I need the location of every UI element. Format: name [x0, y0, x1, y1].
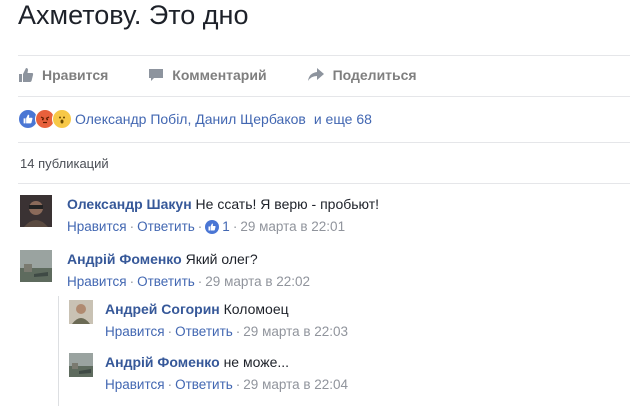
separator-dot: ·: [197, 274, 203, 289]
comment-timestamp[interactable]: 29 марта в 22:01: [240, 218, 345, 236]
comment-timestamp[interactable]: 29 марта в 22:04: [243, 376, 348, 394]
wow-icon: [52, 109, 72, 129]
comment-likes: 1: [222, 219, 230, 234]
like-icon: [205, 220, 220, 234]
divider: [18, 55, 630, 56]
comment-like-link[interactable]: Нравится: [105, 323, 165, 341]
comment-author[interactable]: Олександр Шакун: [67, 196, 192, 212]
comment-text: Який олег?: [185, 251, 258, 267]
reactors-names[interactable]: Олександр Побіл, Данил Щербаков: [75, 111, 306, 127]
divider: [18, 142, 630, 143]
post-text: Ахметову. Это дно: [18, 0, 249, 29]
comment-meta: Нравится · Ответить · 29 марта в 22:04: [105, 376, 348, 394]
reactors-more[interactable]: и еще 68: [314, 111, 372, 127]
post-action-bar: Нравится Комментарий Поделиться: [18, 64, 457, 86]
reply-comment: Андрей Согорин Коломоец Нравится · Ответ…: [69, 300, 348, 341]
comment-meta: Нравится · Ответить · 29 марта в 22:03: [105, 323, 348, 341]
comment-like-link[interactable]: Нравится: [67, 218, 127, 236]
comment-author[interactable]: Андрей Согорин: [105, 301, 220, 317]
separator-dot: ·: [235, 324, 241, 339]
separator-dot: ·: [232, 219, 238, 234]
separator-dot: ·: [167, 377, 173, 392]
like-button-label: Нравится: [42, 67, 109, 83]
comments-count[interactable]: 14 публикаций: [20, 156, 109, 171]
comment-reply-link[interactable]: Ответить: [137, 273, 195, 291]
comment-reply-link[interactable]: Ответить: [175, 323, 233, 341]
avatar[interactable]: [20, 250, 52, 282]
share-button[interactable]: Поделиться: [307, 67, 417, 83]
comment-button[interactable]: Комментарий: [148, 67, 267, 83]
comment-timestamp[interactable]: 29 марта в 22:03: [243, 323, 348, 341]
comment-text: Не ссать! Я верю - пробьют!: [195, 196, 380, 212]
comment-reply-link[interactable]: Ответить: [137, 218, 195, 236]
comment-meta: Нравится · Ответить · 1 · 29 марта в 22:…: [67, 218, 379, 236]
thumbs-up-icon: [19, 68, 34, 82]
post-text-line: Ахметову. Это дно: [18, 0, 249, 30]
comment: Андрій Фоменко Який олег? Нравится · Отв…: [20, 250, 310, 291]
reactions-summary[interactable]: Олександр Побіл, Данил Щербаков и еще 68: [18, 108, 372, 130]
comment-meta: Нравится · Ответить · 29 марта в 22:02: [67, 273, 310, 291]
separator-dot: ·: [129, 274, 135, 289]
divider: [18, 183, 630, 184]
separator-dot: ·: [167, 324, 173, 339]
comment-like-link[interactable]: Нравится: [105, 376, 165, 394]
comment-reply-link[interactable]: Ответить: [175, 376, 233, 394]
avatar[interactable]: [69, 300, 93, 324]
comment-button-label: Комментарий: [172, 67, 267, 83]
reaction-icons: [18, 109, 72, 129]
separator-dot: ·: [197, 219, 203, 234]
comment-timestamp[interactable]: 29 марта в 22:02: [205, 273, 310, 291]
share-button-label: Поделиться: [332, 67, 417, 83]
avatar[interactable]: [20, 195, 52, 227]
comment-text: Коломоец: [223, 301, 289, 317]
reply-comment: Андрій Фоменко не може... Нравится · Отв…: [69, 353, 348, 394]
separator-dot: ·: [235, 377, 241, 392]
divider: [18, 96, 630, 97]
comment-like-count[interactable]: 1: [205, 218, 230, 236]
comment-author[interactable]: Андрій Фоменко: [105, 354, 220, 370]
comment: Олександр Шакун Не ссать! Я верю - пробь…: [20, 195, 379, 236]
separator-dot: ·: [129, 219, 135, 234]
avatar[interactable]: [69, 353, 93, 377]
comment-icon: [149, 69, 164, 81]
comment-like-link[interactable]: Нравится: [67, 273, 127, 291]
comment-text: не може...: [223, 354, 290, 370]
like-button[interactable]: Нравится: [18, 67, 108, 83]
share-icon: [307, 68, 324, 81]
reply-thread-line: [58, 296, 59, 406]
comment-author[interactable]: Андрій Фоменко: [67, 251, 182, 267]
